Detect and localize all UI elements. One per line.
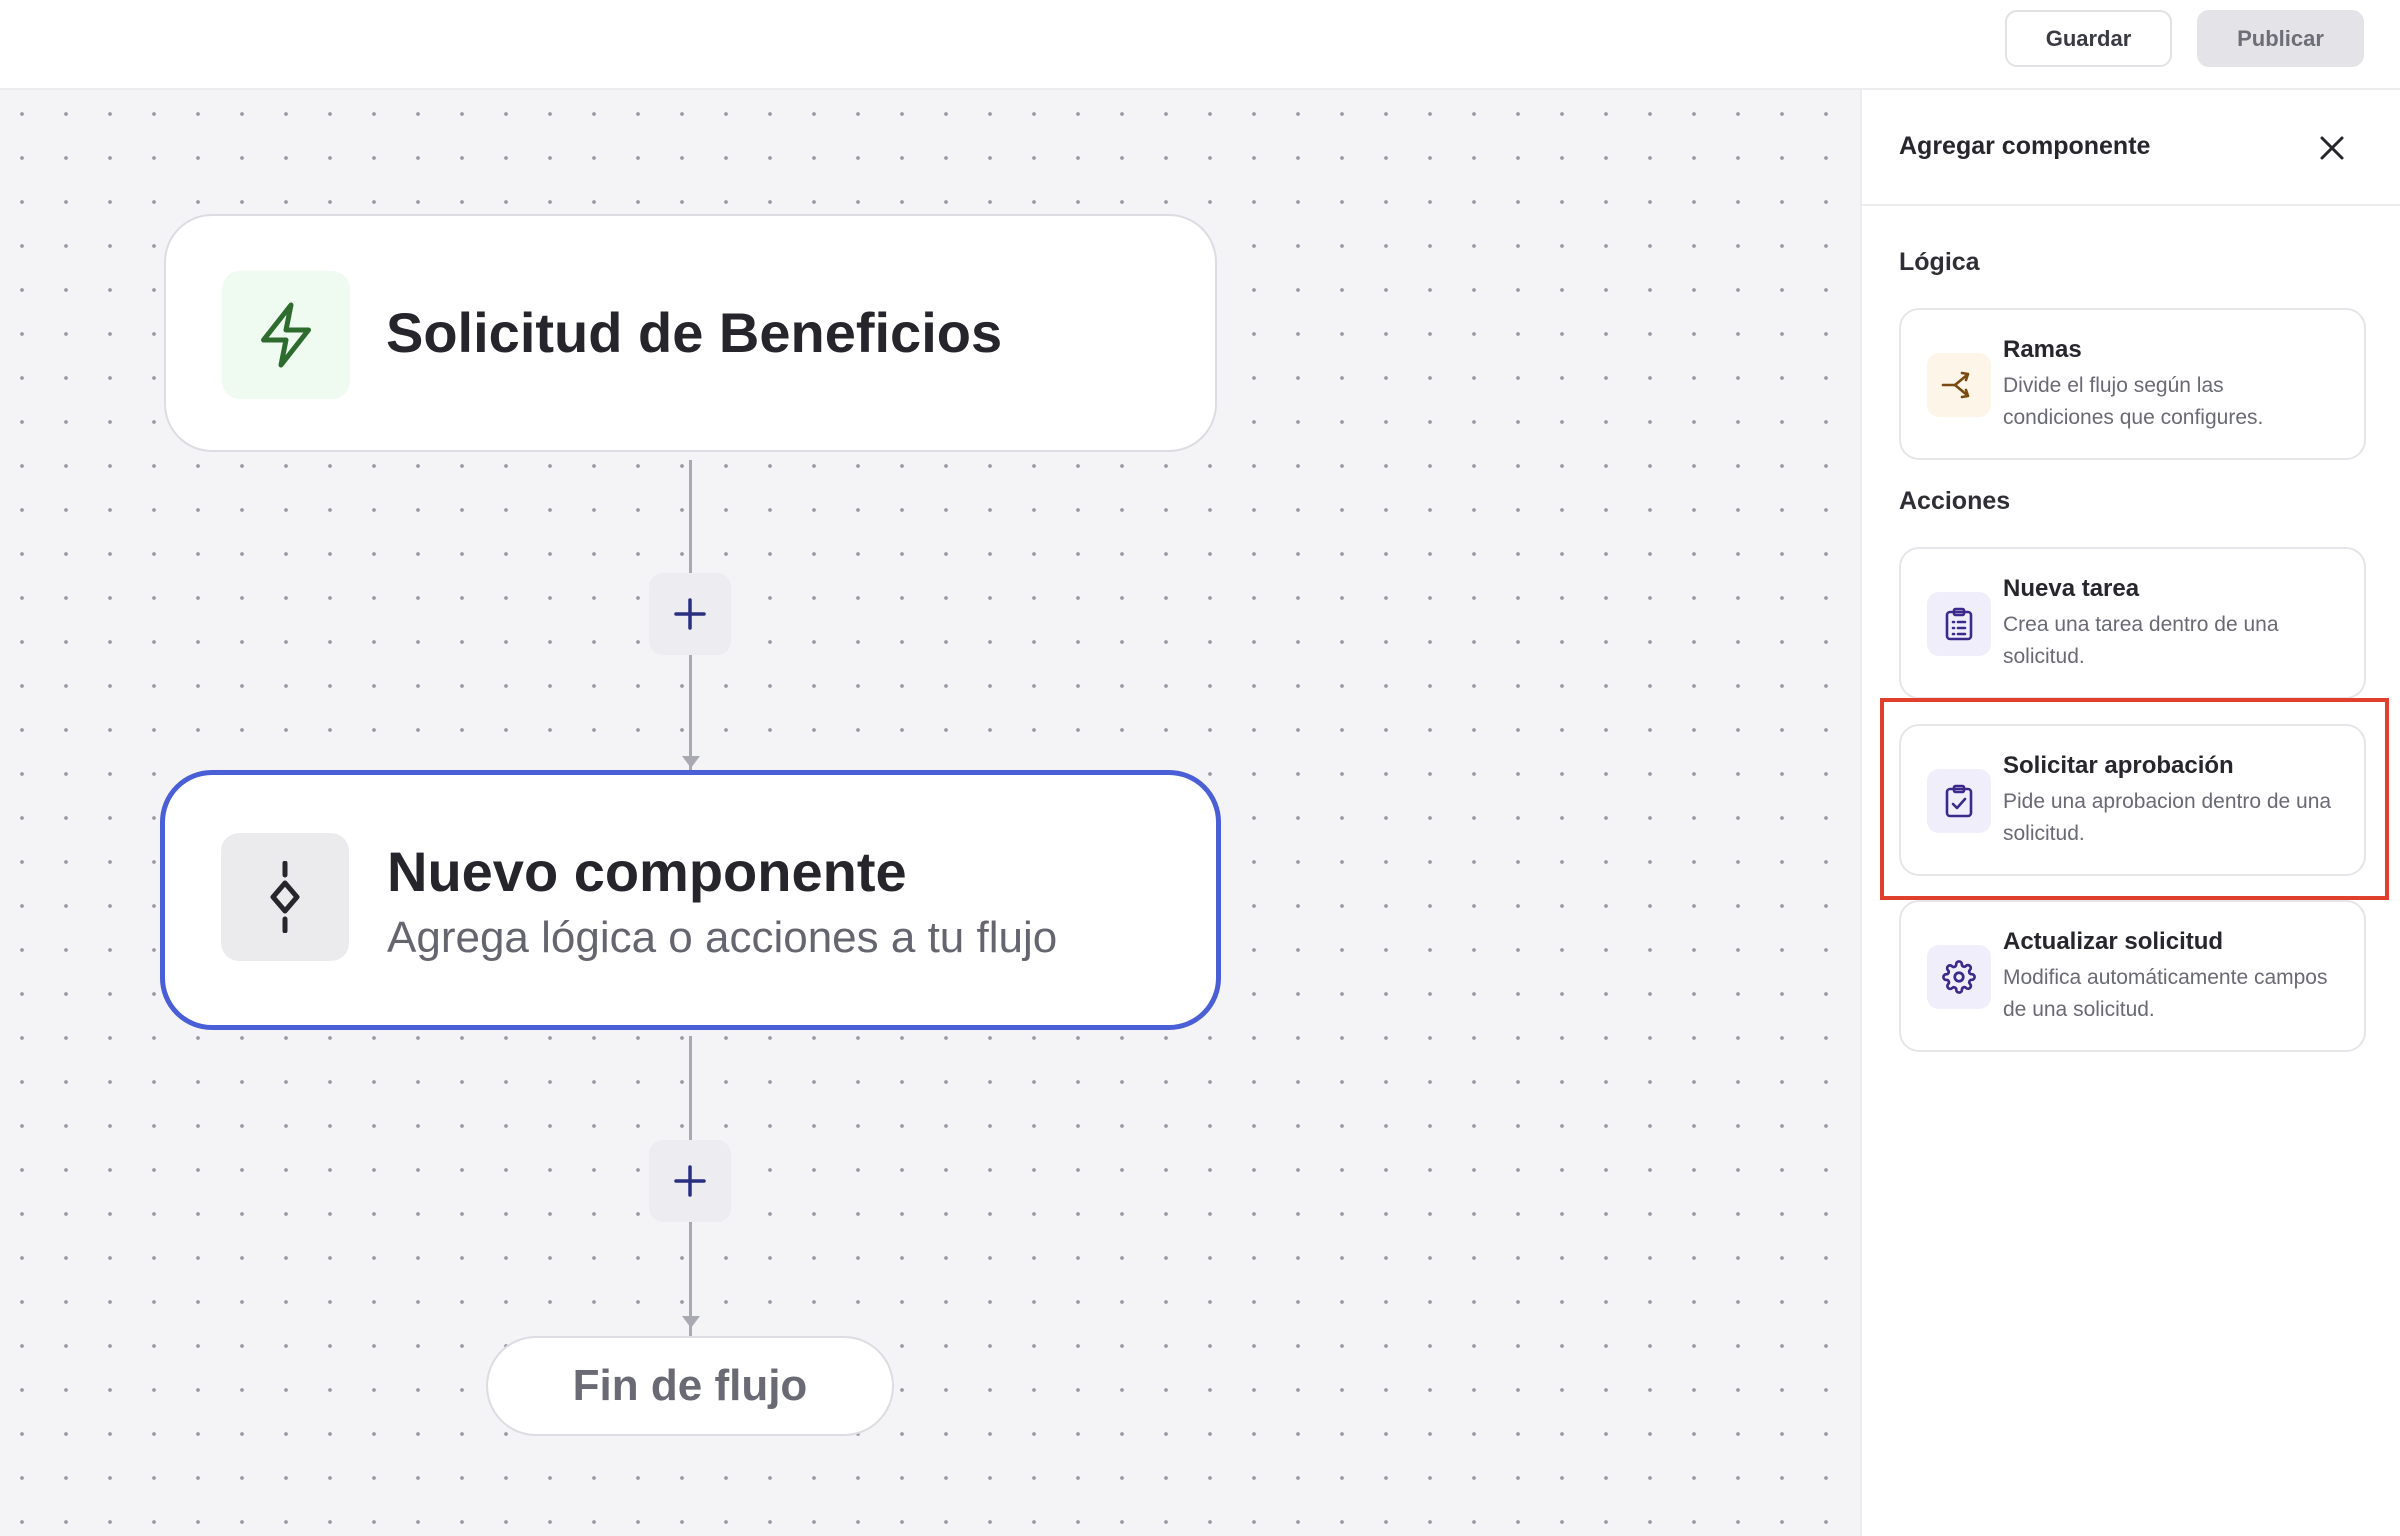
component-card-solicitar-aprobacion[interactable]: Solicitar aprobación Pide una aprobacion… bbox=[1899, 724, 2366, 876]
trigger-node[interactable]: Solicitud de Beneficios bbox=[164, 214, 1217, 452]
section-label-logic: Lógica bbox=[1899, 248, 1980, 276]
card-title: Ramas bbox=[2003, 336, 2082, 363]
plus-icon bbox=[674, 1165, 706, 1197]
card-title: Solicitar aprobación bbox=[2003, 752, 2234, 779]
component-card-actualizar-solicitud[interactable]: Actualizar solicitud Modifica automática… bbox=[1899, 900, 2366, 1052]
connector-arrow bbox=[682, 756, 700, 768]
card-description: Divide el flujo según las condiciones qu… bbox=[2003, 374, 2264, 429]
top-toolbar: Guardar Publicar bbox=[0, 0, 2400, 90]
card-title: Actualizar solicitud bbox=[2003, 928, 2224, 955]
card-title: Nueva tarea bbox=[2003, 575, 2140, 602]
plus-icon bbox=[674, 598, 706, 630]
add-component-panel: Agregar componente Lógica Ramas Divide e… bbox=[1860, 90, 2400, 1536]
save-button[interactable]: Guardar bbox=[2005, 10, 2172, 67]
card-description: Crea una tarea dentro de una solicitud. bbox=[2003, 613, 2279, 668]
panel-title: Agregar componente bbox=[1899, 132, 2151, 160]
add-step-button[interactable] bbox=[649, 1140, 731, 1222]
new-component-node[interactable]: Nuevo componente Agrega lógica o accione… bbox=[160, 770, 1221, 1030]
trigger-node-title: Solicitud de Beneficios bbox=[386, 301, 1003, 364]
add-step-button[interactable] bbox=[649, 573, 731, 655]
close-panel-button[interactable] bbox=[2312, 128, 2352, 168]
card-description: Modifica automáticamente campos de una s… bbox=[2003, 966, 2328, 1021]
end-of-flow-node: Fin de flujo bbox=[486, 1336, 894, 1436]
new-component-subtitle: Agrega lógica o acciones a tu flujo bbox=[387, 913, 1058, 962]
publish-button[interactable]: Publicar bbox=[2197, 10, 2364, 67]
gear-icon bbox=[1927, 945, 1991, 1009]
clipboard-list-icon bbox=[1927, 592, 1991, 656]
diamond-node-icon bbox=[221, 833, 349, 961]
card-description: Pide una aprobacion dentro de una solici… bbox=[2003, 790, 2332, 845]
section-label-actions: Acciones bbox=[1899, 487, 2011, 515]
connector-arrow bbox=[682, 1316, 700, 1328]
component-card-ramas[interactable]: Ramas Divide el flujo según las condicio… bbox=[1899, 308, 2366, 460]
close-icon bbox=[2320, 136, 2344, 160]
branch-icon bbox=[1927, 353, 1991, 417]
lightning-icon bbox=[222, 271, 350, 399]
panel-header: Agregar componente bbox=[1862, 90, 2400, 206]
clipboard-check-icon bbox=[1927, 769, 1991, 833]
new-component-title: Nuevo componente bbox=[387, 840, 907, 903]
component-card-nueva-tarea[interactable]: Nueva tarea Crea una tarea dentro de una… bbox=[1899, 547, 2366, 699]
flow-canvas[interactable]: Solicitud de Beneficios Nuevo componente… bbox=[0, 90, 1860, 1536]
